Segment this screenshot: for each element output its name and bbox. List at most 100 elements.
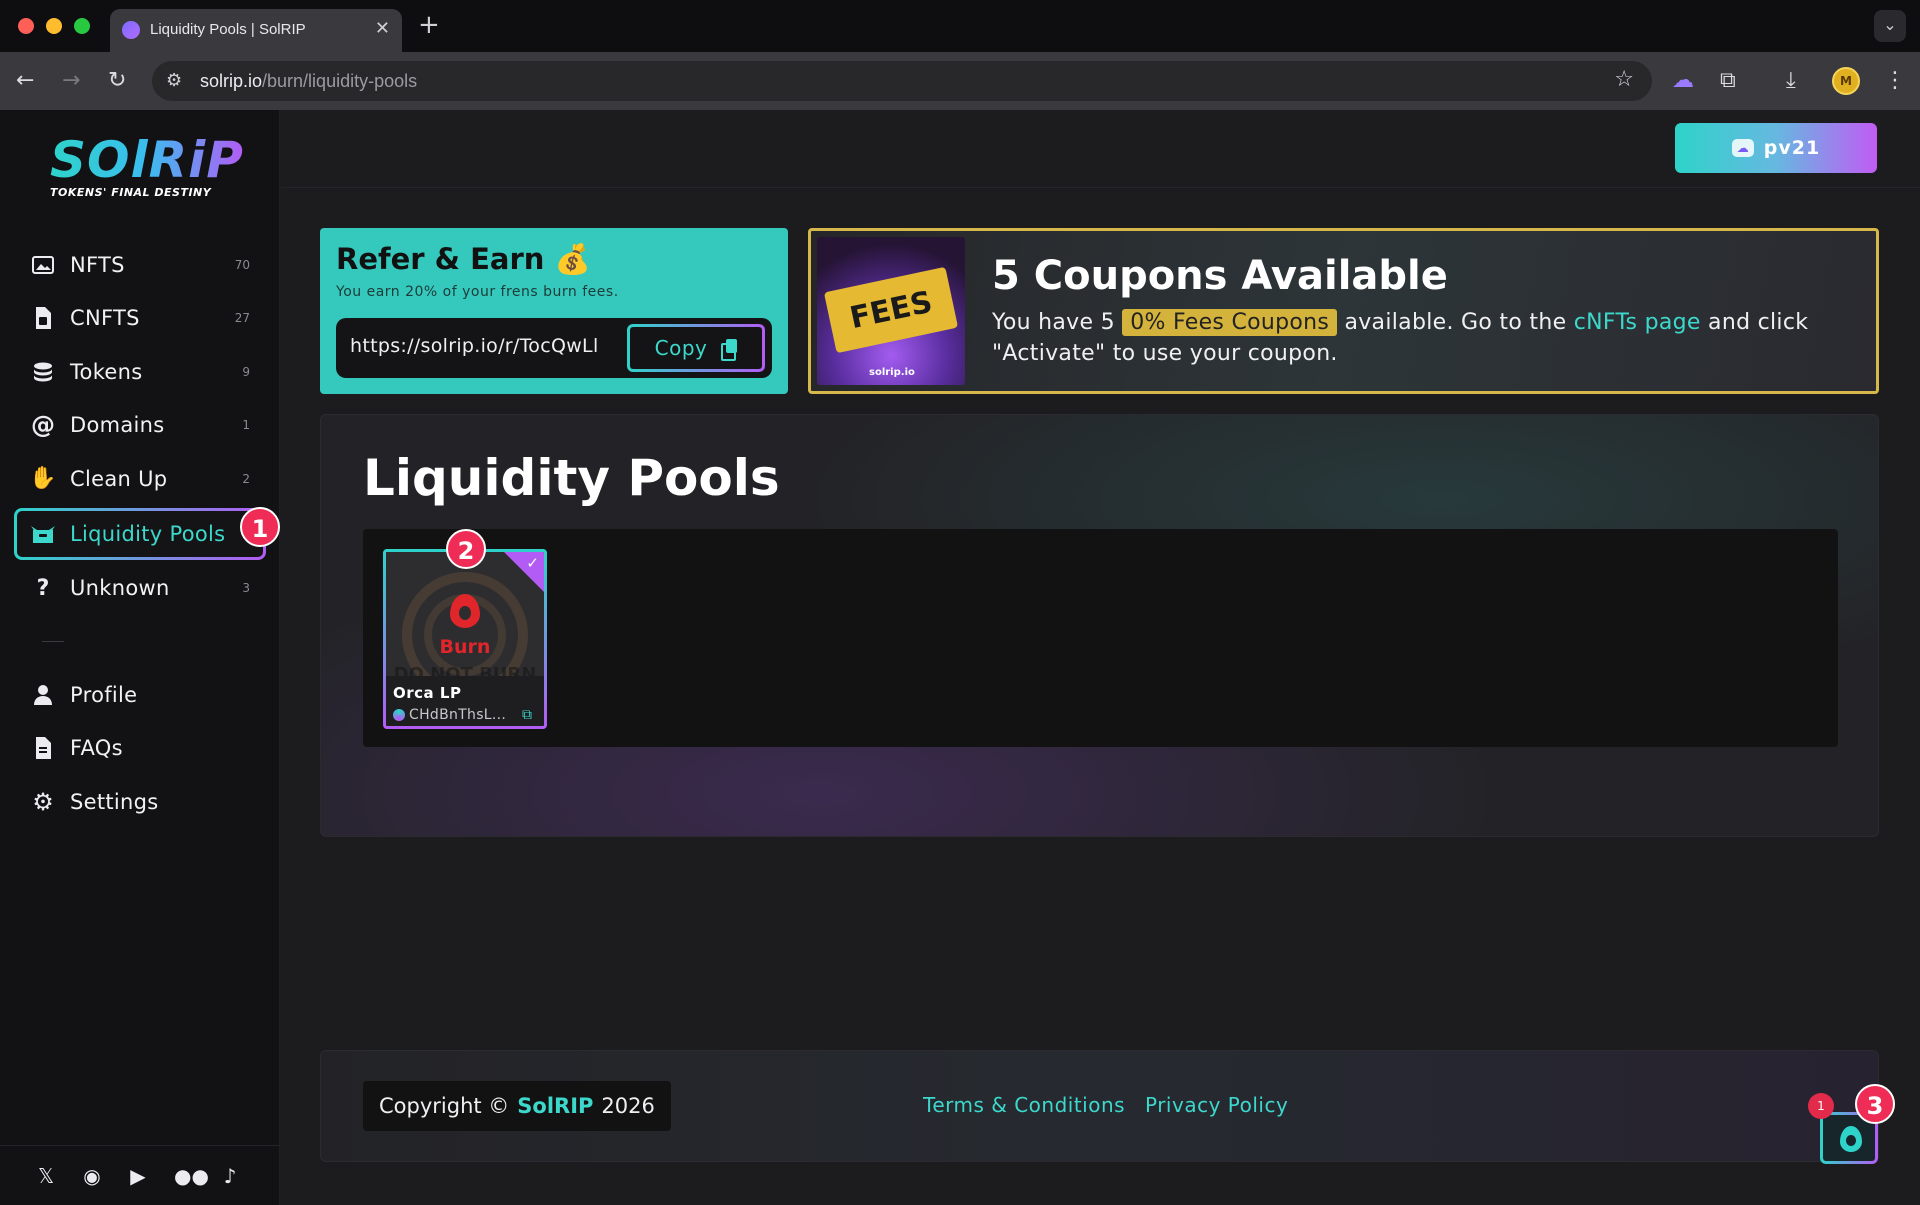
- sidebar-item-count: 27: [234, 311, 250, 326]
- download-icon[interactable]: ⤓: [1786, 68, 1796, 93]
- sidebar-item-liquidity-pools[interactable]: Liquidity Pools: [14, 508, 266, 560]
- external-link-icon[interactable]: ⧉: [522, 707, 532, 723]
- minimize-window-button[interactable]: [46, 18, 62, 34]
- gear-icon: ⚙: [32, 787, 54, 816]
- page-title: Liquidity Pools: [363, 449, 780, 507]
- address-bar[interactable]: ⚙ solrip.io/burn/liquidity-pools ☆: [152, 61, 1652, 101]
- user-icon: [30, 682, 56, 708]
- pool-name: Orca LP: [393, 684, 462, 702]
- back-arrow-icon[interactable]: ←: [16, 68, 34, 93]
- sidebar-item-cnfts[interactable]: CNFTS 27: [14, 292, 266, 346]
- sidebar-item-faqs[interactable]: FAQs: [14, 722, 266, 776]
- annotation-marker-1: 1: [240, 507, 280, 547]
- sidebar-item-label: CNFTS: [70, 306, 140, 331]
- browser-tab[interactable]: Liquidity Pools | SolRIP ✕: [110, 9, 402, 52]
- document-icon: [30, 305, 56, 331]
- phantom-extension-icon[interactable]: ☁: [1672, 68, 1694, 93]
- pool-image-watermark: DO NOT BURN: [393, 664, 537, 676]
- sidebar-item-nfts[interactable]: NFTS 70: [14, 238, 266, 292]
- referral-link-input[interactable]: https://solrip.io/r/TocQwLl: [350, 335, 622, 357]
- box-icon: [30, 521, 56, 547]
- tiktok-icon[interactable]: ♪: [220, 1164, 240, 1188]
- sidebar-item-unknown[interactable]: ? Unknown 3: [14, 562, 266, 616]
- cnfts-page-link[interactable]: cNFTs page: [1574, 310, 1701, 335]
- sidebar-item-settings[interactable]: ⚙ Settings: [14, 775, 266, 829]
- url-text[interactable]: solrip.io/burn/liquidity-pools: [200, 71, 417, 92]
- question-icon: ?: [36, 575, 50, 601]
- solana-icon: [393, 709, 405, 721]
- sidebar-item-count: 3: [242, 581, 250, 596]
- sidebar-item-label: Settings: [70, 789, 159, 814]
- wallet-name: pv21: [1763, 137, 1821, 159]
- close-tab-icon[interactable]: ✕: [375, 18, 390, 39]
- cart-count-badge: 1: [1808, 1093, 1834, 1119]
- sidebar-nav: NFTS 70 CNFTS 27 Tokens 9 @ Domains 1 ✋ …: [14, 238, 266, 829]
- image-icon: [30, 252, 56, 278]
- bookmark-star-icon[interactable]: ☆: [1614, 67, 1634, 92]
- favicon-icon: [122, 21, 140, 39]
- medium-icon[interactable]: ●●: [174, 1164, 209, 1188]
- footer: Copyright © SolRIP 2026 Terms & Conditions…: [320, 1050, 1879, 1162]
- copy-icon: [721, 339, 738, 361]
- discord-icon[interactable]: ◉: [82, 1164, 102, 1188]
- sidebar-item-clean-up[interactable]: ✋ Clean Up 2: [14, 452, 266, 506]
- youtube-icon[interactable]: ▶: [128, 1164, 148, 1188]
- coupon-image-brand: solrip.io: [869, 367, 915, 378]
- flame-icon: [1840, 1126, 1862, 1152]
- annotation-marker-3: 3: [1855, 1084, 1895, 1124]
- new-tab-icon[interactable]: +: [418, 10, 440, 40]
- sidebar-item-count: 9: [242, 364, 250, 379]
- privacy-link[interactable]: Privacy Policy: [1145, 1093, 1288, 1117]
- x-icon[interactable]: 𝕏: [36, 1164, 56, 1188]
- refer-earn-card: Refer & Earn 💰 You earn 20% of your fren…: [320, 228, 788, 394]
- tab-title: Liquidity Pools | SolRIP: [150, 21, 306, 38]
- extensions-puzzle-icon[interactable]: ⧉: [1720, 68, 1736, 93]
- sidebar-item-tokens[interactable]: Tokens 9: [14, 345, 266, 399]
- coins-icon: [30, 359, 56, 385]
- checkmark-icon: ✓: [526, 554, 539, 572]
- sidebar-item-count: 1: [242, 418, 250, 433]
- wallet-button[interactable]: ☁ pv21: [1675, 123, 1877, 173]
- terms-link[interactable]: Terms & Conditions: [923, 1093, 1125, 1117]
- coupon-body: You have 5 0% Fees Coupons available. Go…: [992, 307, 1852, 369]
- copy-button[interactable]: Copy: [627, 324, 765, 372]
- phantom-wallet-icon: ☁: [1731, 139, 1754, 157]
- sidebar-item-label: Unknown: [70, 576, 170, 601]
- sidebar-item-profile[interactable]: Profile: [14, 668, 266, 722]
- reload-icon[interactable]: ↻: [108, 68, 126, 93]
- sidebar-item-label: FAQs: [70, 736, 123, 761]
- logo-text: SOlRiP: [50, 131, 244, 189]
- coupon-ticket-text: FEES: [846, 284, 936, 336]
- pool-grid: Burn DO NOT BURN ✓ Orca LP CHdBnThsL... …: [363, 529, 1838, 747]
- close-window-button[interactable]: [18, 18, 34, 34]
- coupon-title: 5 Coupons Available: [992, 253, 1448, 299]
- pool-address-row: CHdBnThsL...: [393, 707, 506, 723]
- at-icon: @: [31, 411, 55, 440]
- referral-link-box: https://solrip.io/r/TocQwLl Copy: [336, 318, 772, 378]
- sidebar-item-label: Profile: [70, 682, 138, 707]
- sidebar-item-label: Liquidity Pools: [70, 521, 226, 546]
- maximize-window-button[interactable]: [74, 18, 90, 34]
- copyright-year: 2026: [601, 1094, 655, 1118]
- forward-arrow-icon[interactable]: →: [62, 68, 80, 93]
- sidebar-item-label: Clean Up: [70, 466, 168, 491]
- coupon-body-prefix: You have 5: [992, 310, 1123, 335]
- browser-menu-icon[interactable]: ⋮: [1884, 68, 1906, 93]
- refer-title: Refer & Earn 💰: [336, 242, 591, 276]
- logo[interactable]: SOlRiP TOKENS' FINAL DESTINY: [50, 132, 244, 199]
- annotation-marker-2: 2: [446, 529, 486, 569]
- pool-image-label: Burn: [439, 636, 491, 658]
- pool-card[interactable]: Burn DO NOT BURN ✓ Orca LP CHdBnThsL... …: [383, 549, 547, 729]
- coupon-body-mid: available. Go to the: [1337, 310, 1574, 335]
- sidebar-item-domains[interactable]: @ Domains 1: [14, 399, 266, 453]
- site-settings-icon[interactable]: ⚙: [166, 70, 182, 91]
- sidebar-divider: [42, 641, 64, 642]
- copy-label: Copy: [654, 336, 708, 360]
- tab-search-chevron-icon[interactable]: ⌄: [1874, 10, 1906, 42]
- copyright: Copyright © SolRIP 2026: [363, 1081, 671, 1131]
- profile-avatar[interactable]: M: [1832, 67, 1860, 95]
- sidebar-item-label: Tokens: [70, 359, 143, 384]
- sidebar-item-label: Domains: [70, 413, 165, 438]
- sidebar-item-count: 70: [234, 257, 250, 272]
- liquidity-pools-panel: Liquidity Pools Burn DO NOT BURN ✓ Orca …: [320, 414, 1879, 837]
